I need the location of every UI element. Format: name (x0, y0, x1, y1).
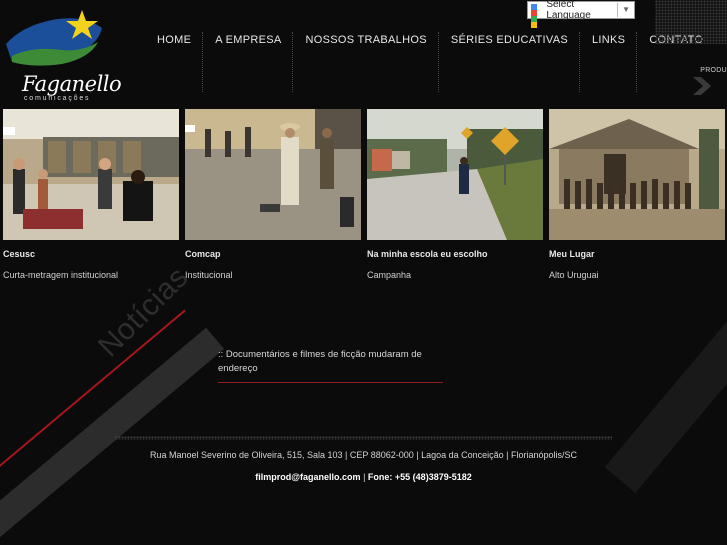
google-icon (531, 4, 542, 28)
work-subtitle: Campanha (367, 270, 412, 280)
logo-wordmark: Faganello (22, 72, 122, 96)
nav-home[interactable]: HOME (145, 32, 204, 94)
footer-dotted-divider (115, 436, 612, 440)
nav-label: SÉRIES EDUCATIVAS (450, 34, 569, 46)
work-card: Na minha escola eu escolho Campanha (367, 109, 543, 280)
footer-address: Rua Manoel Severino de Oliveira, 515, Sa… (149, 450, 578, 460)
footer-email-link[interactable]: filmprod@faganello.com (255, 472, 360, 482)
work-subtitle: Institucional (185, 270, 233, 280)
language-label: Select Language (546, 0, 591, 21)
nav-trabalhos[interactable]: NOSSOS TRABALHOS (293, 32, 440, 94)
footer-separator: | (363, 472, 366, 482)
work-title[interactable]: Na minha escola eu escolho (367, 249, 543, 263)
nav-label: HOME (157, 34, 192, 46)
news-item-link[interactable]: :: Documentários e filmes de ficção muda… (218, 348, 438, 376)
nav-label: LINKS (592, 34, 626, 46)
header: Faganello comunicações HOME A EMPRESA NO… (0, 0, 727, 105)
news-divider (218, 382, 443, 383)
work-title[interactable]: Meu Lugar (549, 249, 725, 263)
work-card: Comcap Institucional (185, 109, 361, 280)
nav-label: A EMPRESA (215, 34, 282, 46)
language-select[interactable]: Select Language ▼ (527, 0, 635, 28)
work-thumbnail-road[interactable] (367, 109, 543, 240)
chevron-down-icon: ▼ (617, 3, 634, 17)
logo[interactable]: Faganello comunicações (2, 6, 122, 104)
work-card: Meu Lugar Alto Uruguai (549, 109, 725, 280)
footer-phone: Fone: +55 (48)3879-5182 (367, 472, 472, 482)
work-thumbnail-school-photo[interactable] (549, 109, 725, 240)
nav-label: NOSSOS TRABALHOS (305, 34, 427, 46)
work-subtitle: Alto Uruguai (549, 270, 599, 280)
nav-empresa[interactable]: A EMPRESA (203, 32, 294, 94)
footer-contact: filmprod@faganello.com | Fone: +55 (48)3… (0, 472, 727, 482)
works-grid: Cesusc Curta-metragem institucional Comc… (3, 109, 727, 280)
work-title[interactable]: Comcap (185, 249, 361, 263)
work-title[interactable]: Cesusc (3, 249, 179, 263)
nav-links[interactable]: LINKS (580, 32, 638, 94)
logo-subtitle: comunicações (24, 95, 91, 102)
work-thumbnail-library[interactable] (3, 109, 179, 240)
diagonal-stripe (604, 313, 727, 493)
arrow-decoration-icon (693, 77, 711, 95)
side-label: PRODU (700, 67, 727, 74)
nav-series[interactable]: SÉRIES EDUCATIVAS (439, 32, 581, 94)
dotted-pattern (655, 0, 727, 44)
work-card: Cesusc Curta-metragem institucional (3, 109, 179, 280)
logo-star-icon (6, 10, 102, 66)
work-thumbnail-street[interactable] (185, 109, 361, 240)
main-nav: HOME A EMPRESA NOSSOS TRABALHOS SÉRIES E… (145, 32, 715, 94)
